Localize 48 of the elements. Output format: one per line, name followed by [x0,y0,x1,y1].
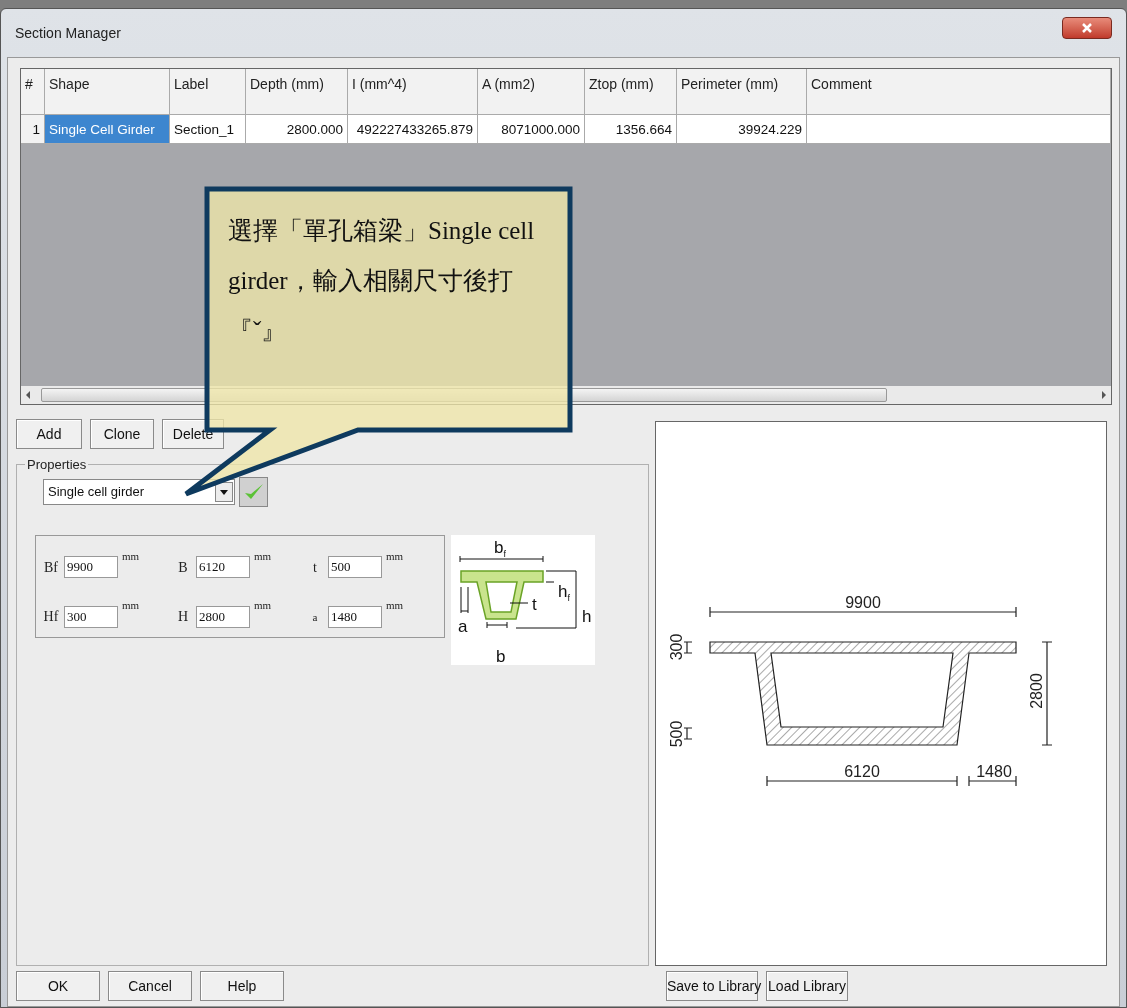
scroll-left-icon [25,391,31,399]
close-button[interactable] [1062,17,1112,39]
unit-label: mm [386,548,404,564]
dimension-field[interactable]: 300 [64,605,118,628]
dimension-symbol: b [496,646,506,665]
cancel-button[interactable]: Cancel [108,971,192,1001]
unit-label: mm [122,548,140,564]
dimension-symbol: a [458,616,468,636]
window-title: Section Manager [15,24,121,43]
unit-label: mm [122,598,140,613]
ok-button[interactable]: OK [16,971,100,1001]
group-label: Properties [26,456,88,474]
dimension-field[interactable]: 500 [328,556,382,579]
field-label: Bf [43,558,59,577]
confirm-button[interactable] [239,476,268,507]
dimension-field[interactable]: 2800 [196,605,250,628]
scroll-right-icon [1101,391,1107,399]
field-label: t [312,558,318,577]
callout-text: 選擇「單孔箱梁」Single cell girder，輸入相關尺寸後打『ˇ』 [228,216,536,346]
unit-label: mm [254,598,272,613]
shape-dropdown[interactable]: Single cell girder [43,478,235,505]
table-cell: Single Cell Girder [45,115,170,144]
dimension-symbol: t [532,594,537,614]
table-cell: Section_1 [170,115,246,144]
help-button[interactable]: Help [200,971,284,1001]
unit-label: mm [386,598,404,613]
section-preview-drawing: 9900 300 500 2800 6120 1480 [656,422,1106,965]
load-library-button[interactable]: Load Library [766,971,848,1001]
clone-button[interactable]: Clone [90,419,154,449]
dimension-field[interactable]: 6120 [196,556,250,579]
dimension-field[interactable]: 1480 [328,605,382,628]
dimension-field[interactable]: 9900 [64,556,118,579]
dimension-symbol: h$_{f}$ [558,581,570,603]
table-cell: 2800.000 [246,115,348,144]
field-label: Hf [42,608,60,627]
field-label: H [176,608,190,627]
add-button[interactable]: Add [16,419,82,449]
dimension-symbol: b$_{f}$ [494,537,506,559]
table-cell: 39924.229 [677,115,807,144]
table-cell: 8071000.000 [478,115,585,144]
dimension-symbol: h [582,606,592,626]
table-cell: 1356.664 [585,115,677,144]
table-cell: 492227433265.879 [348,115,478,144]
field-label: B [177,558,189,577]
close-icon [1081,22,1093,34]
table-cell: 1 [21,115,45,144]
field-label: a [311,609,319,625]
unit-label: mm [254,548,272,564]
